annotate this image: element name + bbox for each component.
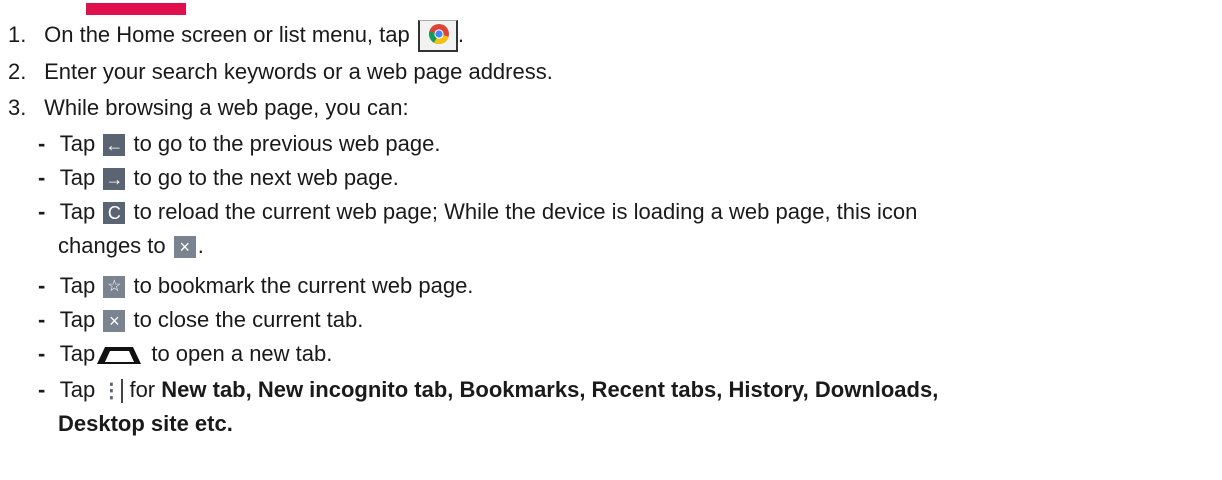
new-tab-icon [95,344,143,366]
bullet-menu: - Tap ⋮ for New tab, New incognito tab, … [38,376,938,404]
bullet-bookmark: - Tap ☆ to bookmark the current web page… [38,272,473,300]
menu-options-text: New tab, New incognito tab, Bookmarks, R… [161,377,939,402]
step-period: . [457,21,464,47]
close-icon: × [103,310,126,333]
bullet-close-tab: - Tap × to close the current tab. [38,306,363,334]
bullet-dash: - [38,273,46,298]
bullet-dash: - [38,131,46,156]
document-page: 1. On the Home screen or list menu, tap … [0,0,1222,480]
menu-options-text: Desktop site etc. [58,411,233,436]
tap-label: Tap [59,273,96,298]
bullet-dash: - [38,165,46,190]
step-number: 2. [8,59,27,84]
bullet-text: to bookmark the current web page. [133,273,474,298]
heading-bar [86,3,186,15]
step-number: 3. [8,95,27,120]
bullet-reload: - Tap C to reload the current web page; … [38,198,917,226]
step-text: While browsing a web page, you can: [44,95,409,120]
step-text: Enter your search keywords or a web page… [44,59,553,84]
bullet-text: to close the current tab. [133,307,364,332]
heading-fragment [86,0,186,15]
bullet-dash: - [38,341,46,366]
step-2: 2. Enter your search keywords or a web p… [8,58,553,86]
chrome-icon [417,20,458,52]
reload-icon: C [103,202,126,225]
more-menu-icon: ⋮ [101,379,124,404]
bullet-text: to go to the previous web page. [133,131,441,156]
step-1: 1. On the Home screen or list menu, tap … [8,20,464,52]
bullet-reload-continuation: changes to ×. [58,232,204,260]
stop-icon: × [173,236,196,259]
bullet-dash: - [38,377,46,402]
bullet-new-tab: - Tap to open a new tab. [38,340,332,368]
bullet-menu-continuation: Desktop site etc. [58,410,233,438]
bullet-dash: - [38,199,46,224]
star-icon: ☆ [103,276,126,299]
tap-label: Tap [59,307,96,332]
bullet-back: - Tap ← to go to the previous web page. [38,130,440,158]
tap-label: Tap [59,165,96,190]
step-number: 1. [8,21,27,47]
step-3: 3. While browsing a web page, you can: [8,94,409,122]
bullet-forward: - Tap → to go to the next web page. [38,164,399,192]
tap-label: Tap [59,341,96,366]
bullet-text: changes to [58,233,166,258]
bullet-text: to go to the next web page. [133,165,399,190]
bullet-dash: - [38,307,46,332]
arrow-right-icon: → [103,168,126,191]
bullet-text: to open a new tab. [151,341,333,366]
tap-label: Tap [59,199,96,224]
bullet-period: . [197,233,204,258]
tap-label: Tap [59,131,96,156]
step-text: On the Home screen or list menu, tap [44,21,410,47]
bullet-text: to reload the current web page; While th… [133,199,918,224]
bullet-text: for [129,377,156,402]
arrow-left-icon: ← [103,134,126,157]
tap-label: Tap [59,377,96,402]
